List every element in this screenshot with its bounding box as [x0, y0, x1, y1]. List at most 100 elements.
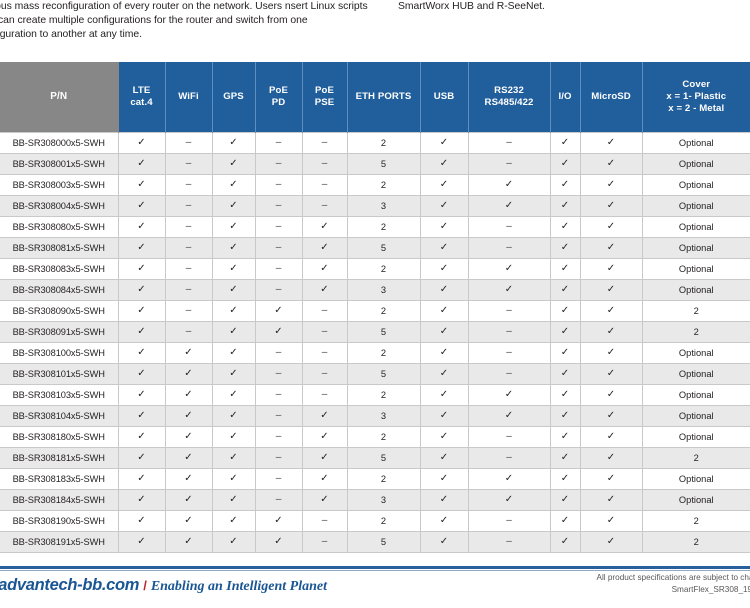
cell-cover: Optional [642, 237, 750, 259]
table-row[interactable]: BB-SR308003x5-SWH ✓ – ✓ – –2 ✓ ✓ ✓ ✓ Optional [0, 174, 750, 196]
cell-usb: ✓ [420, 426, 469, 448]
footer-document-id: SmartFlex_SR308_19092017d [671, 585, 750, 594]
col-header-lte[interactable]: LTE cat.4 [118, 62, 166, 132]
cell-poe-pse: – [302, 300, 348, 322]
cell-cover: Optional [642, 363, 750, 385]
cell-wifi: ✓ [165, 447, 213, 469]
col-header-poe-pd-sub: PD [271, 96, 286, 108]
col-header-poe-pd-label: PoE [269, 85, 288, 97]
col-header-cover-sub2: x = 2 - Metal [668, 102, 725, 114]
col-header-poe-pd[interactable]: PoE PD [255, 62, 303, 132]
cell-wifi: ✓ [165, 468, 213, 490]
col-header-cover-label: Cover [682, 79, 711, 91]
col-header-wifi[interactable]: WiFi [165, 62, 213, 132]
cell-part-number: BB-SR308183x5-SWH [0, 468, 119, 490]
cell-lte: ✓ [118, 131, 166, 154]
cell-wifi: ✓ [165, 426, 213, 448]
table-row[interactable]: BB-SR308091x5-SWH ✓ – ✓ ✓ –5 ✓ – ✓ ✓ 2 [0, 321, 750, 343]
col-header-eth-ports[interactable]: ETH PORTS [347, 62, 421, 132]
cell-poe-pd: – [255, 342, 303, 364]
col-header-pn[interactable]: P/N [0, 62, 119, 132]
col-header-cover[interactable]: Cover x = 1- Plastic x = 2 - Metal [642, 62, 750, 132]
cell-lte: ✓ [118, 405, 166, 427]
col-header-serial-sub: RS485/422 [484, 96, 534, 108]
cell-eth-ports: 5 [347, 363, 421, 385]
cell-poe-pse: ✓ [302, 468, 348, 490]
cell-serial: ✓ [468, 258, 551, 280]
cell-io: ✓ [550, 489, 581, 511]
table-row[interactable]: BB-SR308180x5-SWH ✓ ✓ ✓ – ✓ 2 ✓ – ✓ ✓ Optional [0, 426, 750, 448]
cell-part-number: BB-SR308184x5-SWH [0, 489, 119, 511]
cell-poe-pd: – [255, 489, 303, 511]
cell-cover: Optional [642, 279, 750, 301]
cell-microsd: ✓ [580, 279, 643, 301]
cell-lte: ✓ [118, 195, 166, 217]
cell-eth-ports: 2 [347, 258, 421, 280]
cell-part-number: BB-SR308103x5-SWH [0, 384, 119, 406]
product-spec-table: P/N LTE cat.4 WiFi GPS PoE PD PoE PSE ET… [0, 62, 750, 553]
cell-serial: ✓ [468, 279, 551, 301]
cell-poe-pse: ✓ [302, 447, 348, 469]
intro-paragraph-right: SmartWorx HUB and R-SeeNet. [398, 1, 545, 12]
product-spec-table-wrapper: P/N LTE cat.4 WiFi GPS PoE PD PoE PSE ET… [0, 62, 750, 553]
cell-microsd: ✓ [580, 489, 643, 511]
cell-part-number: BB-SR308003x5-SWH [0, 174, 119, 196]
table-row[interactable]: BB-SR308004x5-SWH ✓ – ✓ – –3 ✓ ✓ ✓ ✓ Optional [0, 195, 750, 217]
table-row[interactable]: BB-SR308103x5-SWH ✓ ✓ ✓ – –2 ✓ ✓ ✓ ✓ Optional [0, 384, 750, 406]
table-row[interactable]: BB-SR308084x5-SWH ✓ – ✓ – ✓ 3 ✓ ✓ ✓ ✓ Optional [0, 279, 750, 301]
cell-io: ✓ [550, 405, 581, 427]
col-header-usb[interactable]: USB [420, 62, 469, 132]
col-header-serial[interactable]: RS232 RS485/422 [468, 62, 551, 132]
cell-serial: ✓ [468, 174, 551, 196]
cell-gps: ✓ [212, 531, 256, 553]
col-header-microsd[interactable]: MicroSD [580, 62, 643, 132]
table-row[interactable]: BB-SR308101x5-SWH ✓ ✓ ✓ – –5 ✓ – ✓ ✓ Optional [0, 363, 750, 385]
col-header-poe-pse[interactable]: PoE PSE [302, 62, 348, 132]
table-row[interactable]: BB-SR308104x5-SWH ✓ ✓ ✓ – ✓ 3 ✓ ✓ ✓ ✓ Optional [0, 405, 750, 427]
cell-microsd: ✓ [580, 237, 643, 259]
cell-part-number: BB-SR308191x5-SWH [0, 531, 119, 553]
cell-poe-pd: – [255, 237, 303, 259]
cell-poe-pd: – [255, 447, 303, 469]
cell-poe-pd: ✓ [255, 510, 303, 532]
cell-poe-pse: – [302, 195, 348, 217]
cell-usb: ✓ [420, 321, 469, 343]
table-row[interactable]: BB-SR308184x5-SWH ✓ ✓ ✓ – ✓ 3 ✓ ✓ ✓ ✓ Optional [0, 489, 750, 511]
table-row[interactable]: BB-SR308083x5-SWH ✓ – ✓ – ✓ 2 ✓ ✓ ✓ ✓ Optional [0, 258, 750, 280]
cell-part-number: BB-SR308101x5-SWH [0, 363, 119, 385]
col-header-eth-ports-label: ETH PORTS [355, 90, 412, 102]
table-row[interactable]: BB-SR308090x5-SWH ✓ – ✓ ✓ –2 ✓ – ✓ ✓ 2 [0, 300, 750, 322]
col-header-io[interactable]: I/O [550, 62, 581, 132]
cell-io: ✓ [550, 531, 581, 553]
cell-wifi: ✓ [165, 384, 213, 406]
table-row[interactable]: BB-SR308080x5-SWH ✓ – ✓ – ✓ 2 ✓ – ✓ ✓ Optional [0, 216, 750, 238]
table-row[interactable]: BB-SR308000x5-SWH ✓ – ✓ – –2 ✓ – ✓ ✓ Optional [0, 131, 750, 154]
cell-cover: 2 [642, 531, 750, 553]
cell-io: ✓ [550, 342, 581, 364]
cell-wifi: ✓ [165, 363, 213, 385]
table-row[interactable]: BB-SR308183x5-SWH ✓ ✓ ✓ – ✓ 2 ✓ ✓ ✓ ✓ Optional [0, 468, 750, 490]
cell-usb: ✓ [420, 174, 469, 196]
cell-usb: ✓ [420, 531, 469, 553]
cell-lte: ✓ [118, 258, 166, 280]
cell-serial: – [468, 531, 551, 553]
cell-io: ✓ [550, 510, 581, 532]
table-row[interactable]: BB-SR308001x5-SWH ✓ – ✓ – –5 ✓ – ✓ ✓ Optional [0, 153, 750, 175]
table-row[interactable]: BB-SR308191x5-SWH ✓ ✓ ✓ ✓ –5 ✓ – ✓ ✓ 2 [0, 531, 750, 553]
col-header-gps[interactable]: GPS [212, 62, 256, 132]
cell-poe-pd: – [255, 426, 303, 448]
table-row[interactable]: BB-SR308081x5-SWH ✓ – ✓ – ✓ 5 ✓ – ✓ ✓ Optional [0, 237, 750, 259]
footer-website-link[interactable]: w.advantech-bb.com [0, 576, 139, 594]
cell-eth-ports: 2 [347, 426, 421, 448]
cell-cover: Optional [642, 489, 750, 511]
cell-serial: ✓ [468, 489, 551, 511]
table-row[interactable]: BB-SR308190x5-SWH ✓ ✓ ✓ ✓ –2 ✓ – ✓ ✓ 2 [0, 510, 750, 532]
cell-io: ✓ [550, 131, 581, 154]
cell-poe-pd: – [255, 258, 303, 280]
table-row[interactable]: BB-SR308181x5-SWH ✓ ✓ ✓ – ✓ 5 ✓ – ✓ ✓ 2 [0, 447, 750, 469]
cell-gps: ✓ [212, 195, 256, 217]
table-row[interactable]: BB-SR308100x5-SWH ✓ ✓ ✓ – –2 ✓ – ✓ ✓ Optional [0, 342, 750, 364]
table-header: P/N LTE cat.4 WiFi GPS PoE PD PoE PSE ET… [0, 62, 750, 132]
footer-legal-line-1: All product specifications are subject t… [596, 573, 750, 582]
cell-poe-pse: – [302, 321, 348, 343]
